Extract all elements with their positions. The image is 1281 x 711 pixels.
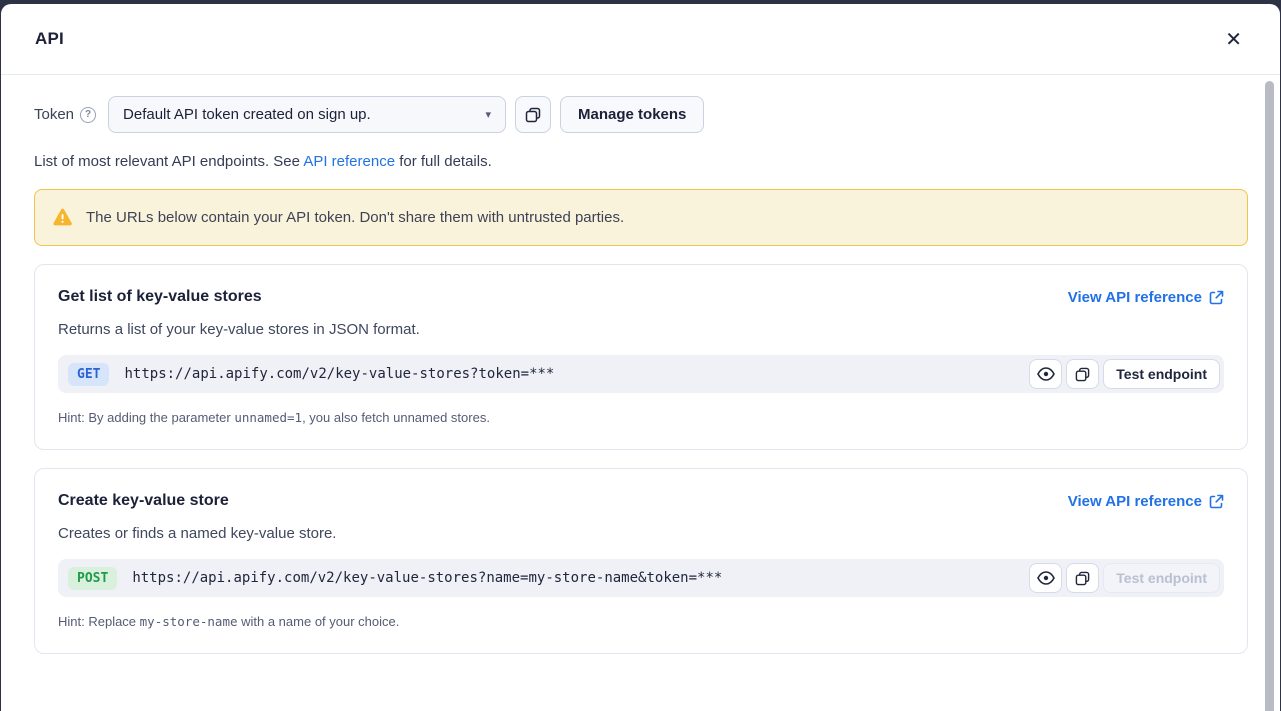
intro-text-after: for full details. — [395, 153, 492, 170]
card-description: Returns a list of your key-value stores … — [58, 321, 1224, 338]
page-title: API — [35, 29, 64, 49]
url-bar-controls: Test endpoint — [1029, 563, 1220, 593]
reveal-token-button[interactable] — [1029, 563, 1062, 593]
endpoint-url: https://api.apify.com/v2/key-value-store… — [132, 570, 722, 586]
http-method-badge: GET — [68, 363, 109, 386]
intro-text-before: List of most relevant API endpoints. See — [34, 153, 303, 170]
intro-text: List of most relevant API endpoints. See… — [34, 153, 1248, 170]
api-reference-link[interactable]: API reference — [303, 153, 395, 170]
hint-prefix: Hint: Replace — [58, 614, 140, 629]
card-description: Creates or finds a named key-value store… — [58, 525, 1224, 542]
card-head: Create key-value store View API referenc… — [58, 492, 1224, 510]
card-title: Create key-value store — [58, 492, 229, 510]
endpoint-hint: Hint: By adding the parameter unnamed=1,… — [58, 410, 1224, 425]
endpoint-card-get-list: Get list of key-value stores View API re… — [34, 264, 1248, 450]
test-endpoint-button[interactable]: Test endpoint — [1103, 359, 1220, 389]
url-bar-controls: Test endpoint — [1029, 359, 1220, 389]
reveal-token-button[interactable] — [1029, 359, 1062, 389]
copy-icon — [1075, 571, 1090, 586]
scrollbar-thumb[interactable] — [1265, 81, 1274, 711]
close-icon: ✕ — [1225, 27, 1242, 51]
http-method-badge: POST — [68, 567, 117, 590]
view-api-reference-label: View API reference — [1068, 493, 1202, 510]
manage-tokens-button[interactable]: Manage tokens — [560, 96, 704, 133]
modal-body: Token ? Default API token created on sig… — [1, 75, 1280, 654]
view-api-reference-link[interactable]: View API reference — [1068, 289, 1224, 306]
copy-url-button[interactable] — [1066, 563, 1099, 593]
help-icon[interactable]: ? — [80, 107, 96, 123]
copy-url-button[interactable] — [1066, 359, 1099, 389]
eye-icon — [1037, 367, 1055, 381]
external-link-icon — [1209, 290, 1224, 305]
card-head: Get list of key-value stores View API re… — [58, 288, 1224, 306]
hint-prefix: Hint: By adding the parameter — [58, 410, 234, 425]
copy-token-button[interactable] — [515, 96, 551, 133]
token-dropdown-value: Default API token created on sign up. — [123, 106, 371, 123]
test-endpoint-button[interactable]: Test endpoint — [1103, 563, 1220, 593]
endpoint-url: https://api.apify.com/v2/key-value-store… — [124, 366, 554, 382]
view-api-reference-link[interactable]: View API reference — [1068, 493, 1224, 510]
modal-header: API ✕ — [1, 4, 1280, 75]
external-link-icon — [1209, 494, 1224, 509]
copy-icon — [525, 107, 541, 123]
hint-suffix: , you also fetch unnamed stores. — [302, 410, 490, 425]
api-modal: API ✕ Token ? Default API token created … — [1, 4, 1280, 711]
warning-banner: The URLs below contain your API token. D… — [34, 189, 1248, 246]
token-dropdown[interactable]: Default API token created on sign up. ▾ — [108, 96, 506, 133]
warning-icon — [52, 208, 73, 227]
token-row: Token ? Default API token created on sig… — [34, 96, 1248, 133]
view-api-reference-label: View API reference — [1068, 289, 1202, 306]
endpoint-hint: Hint: Replace my-store-name with a name … — [58, 614, 1224, 629]
endpoint-card-create-store: Create key-value store View API referenc… — [34, 468, 1248, 654]
copy-icon — [1075, 367, 1090, 382]
hint-code: unnamed=1 — [234, 410, 302, 425]
hint-code: my-store-name — [140, 614, 238, 629]
endpoint-url-bar: GET https://api.apify.com/v2/key-value-s… — [58, 355, 1224, 393]
card-title: Get list of key-value stores — [58, 288, 262, 306]
chevron-down-icon: ▾ — [486, 108, 492, 121]
close-button[interactable]: ✕ — [1221, 25, 1246, 53]
hint-suffix: with a name of your choice. — [238, 614, 400, 629]
endpoint-url-bar: POST https://api.apify.com/v2/key-value-… — [58, 559, 1224, 597]
token-label: Token — [34, 106, 74, 123]
warning-text: The URLs below contain your API token. D… — [86, 209, 624, 226]
eye-icon — [1037, 571, 1055, 585]
